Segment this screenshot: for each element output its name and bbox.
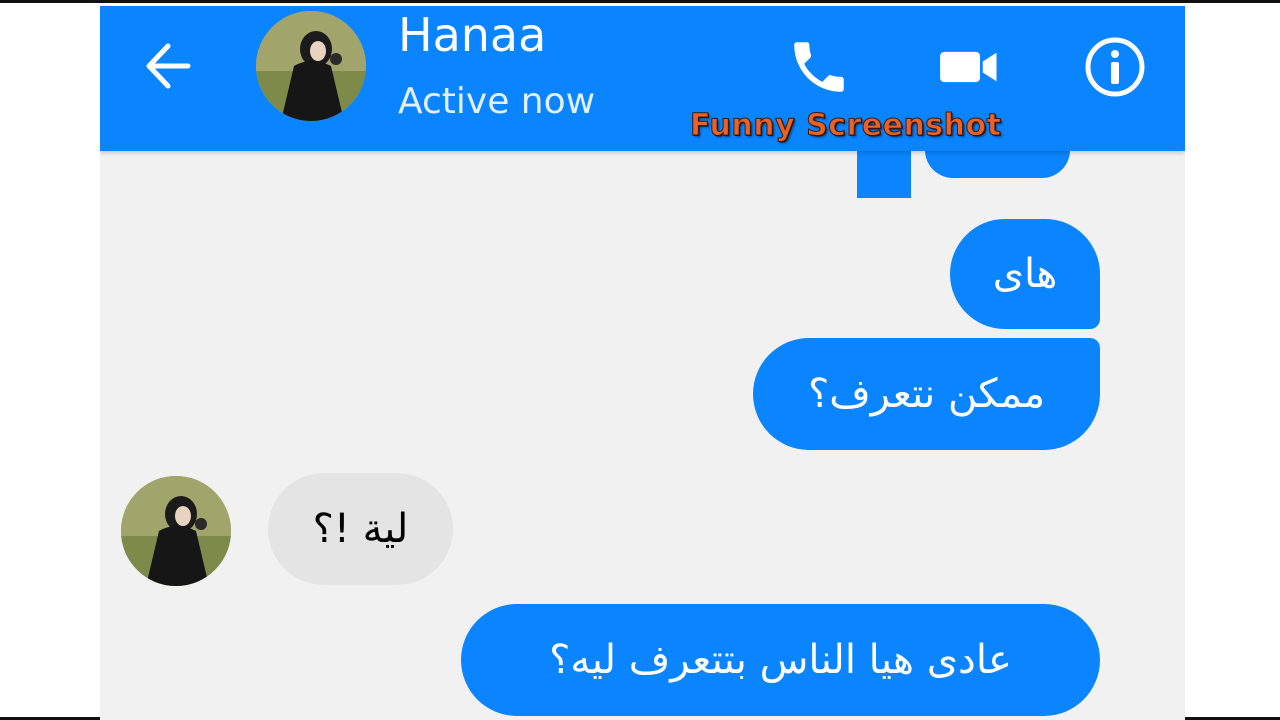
message-text: لية !؟: [312, 506, 409, 552]
previous-message-bubble-fragment: [857, 146, 911, 198]
outgoing-message-bubble[interactable]: عادى هيا الناس بتتعرف ليه؟: [461, 604, 1100, 716]
message-text: ممكن نتعرف؟: [807, 371, 1046, 417]
contact-status: Active now: [398, 81, 596, 122]
sender-photo: [121, 476, 231, 586]
video-camera-icon: [940, 51, 997, 83]
back-button[interactable]: [138, 36, 198, 96]
screenshot-frame: Hanaa Active now Funny Screenshot هاى مم…: [0, 0, 1280, 720]
message-text: عادى هيا الناس بتتعرف ليه؟: [549, 637, 1012, 683]
incoming-message-bubble[interactable]: لية !؟: [268, 473, 453, 585]
video-call-button[interactable]: [936, 34, 1002, 100]
outgoing-message-bubble[interactable]: ممكن نتعرف؟: [753, 338, 1100, 450]
arrow-left-icon: [146, 43, 191, 89]
sender-avatar[interactable]: [121, 476, 231, 586]
info-icon: [1085, 37, 1145, 97]
contact-name: Hanaa: [398, 8, 547, 62]
message-text: هاى: [992, 251, 1058, 297]
contact-avatar[interactable]: [256, 11, 366, 121]
voice-call-button[interactable]: [786, 34, 852, 100]
contact-photo: [256, 11, 366, 121]
watermark-text: Funny Screenshot: [689, 108, 1002, 144]
messenger-chat-screen: Hanaa Active now Funny Screenshot هاى مم…: [100, 6, 1185, 720]
chat-header: Hanaa Active now Funny Screenshot: [100, 6, 1185, 151]
conversation-info-button[interactable]: [1082, 34, 1148, 100]
outgoing-message-bubble[interactable]: هاى: [950, 219, 1100, 329]
phone-icon: [794, 42, 844, 92]
